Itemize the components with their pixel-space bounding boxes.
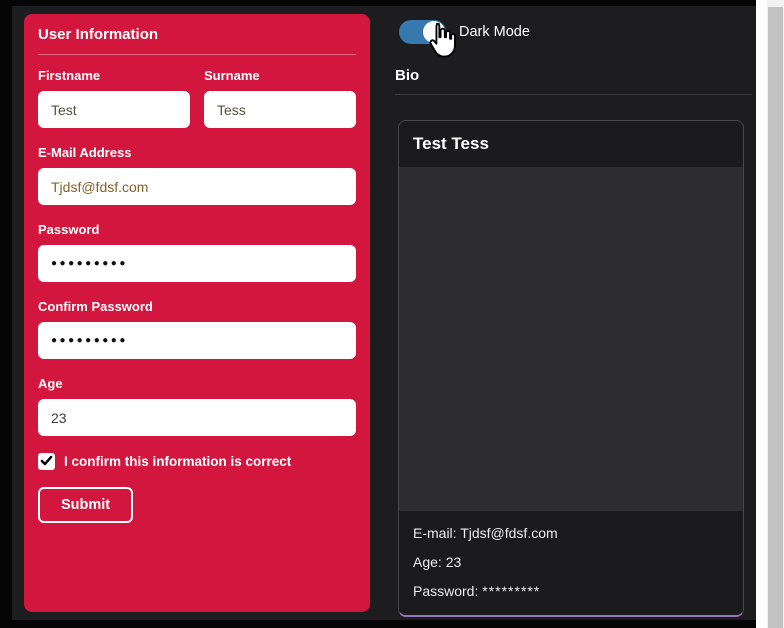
confirm-checkbox[interactable] — [38, 453, 55, 470]
firstname-input[interactable] — [38, 91, 190, 128]
email-input[interactable] — [38, 168, 356, 205]
email-label: E-Mail Address — [38, 145, 356, 160]
submit-button[interactable]: Submit — [38, 487, 133, 523]
password-field-group: Password — [38, 222, 356, 282]
bio-password-line: Password: ********* — [413, 583, 729, 599]
bio-age-line: Age: 23 — [413, 554, 729, 570]
surname-input[interactable] — [204, 91, 356, 128]
firstname-label: Firstname — [38, 68, 190, 83]
confirm-password-label: Confirm Password — [38, 299, 356, 314]
user-information-card: User Information Firstname Surname E-Mai… — [24, 14, 370, 612]
scrollbar-thumb[interactable] — [768, 7, 783, 628]
bio-card: Test Tess E-mail: Tjdsf@fdsf.com Age: 23… — [398, 120, 744, 617]
form-title: User Information — [38, 26, 356, 55]
window-frame: User Information Firstname Surname E-Mai… — [0, 0, 756, 628]
bio-email-line: E-mail: Tjdsf@fdsf.com — [413, 525, 729, 541]
surname-field-group: Surname — [204, 68, 356, 128]
firstname-field-group: Firstname — [38, 68, 190, 128]
surname-label: Surname — [204, 68, 356, 83]
age-input[interactable] — [38, 399, 356, 436]
bio-heading: Bio — [395, 67, 752, 95]
confirm-checkbox-label: I confirm this information is correct — [64, 454, 291, 469]
toggle-knob-icon — [423, 21, 445, 43]
bio-card-title: Test Tess — [399, 121, 743, 167]
age-field-group: Age — [38, 376, 356, 436]
confirm-password-field-group: Confirm Password — [38, 299, 356, 359]
right-panel: Dark Mode Bio Test Tess E-mail: Tjdsf@fd… — [395, 14, 752, 617]
app-background: User Information Firstname Surname E-Mai… — [12, 6, 756, 620]
check-icon — [40, 454, 53, 470]
dark-mode-label: Dark Mode — [459, 24, 530, 40]
dark-mode-row: Dark Mode — [399, 20, 752, 44]
scrollbar-track[interactable] — [767, 0, 784, 628]
bio-card-footer: E-mail: Tjdsf@fdsf.com Age: 23 Password:… — [399, 511, 743, 615]
confirm-checkbox-row: I confirm this information is correct — [38, 453, 356, 470]
email-field-group: E-Mail Address — [38, 145, 356, 205]
bio-card-body — [399, 167, 743, 511]
age-label: Age — [38, 376, 356, 391]
password-label: Password — [38, 222, 356, 237]
dark-mode-toggle[interactable] — [399, 20, 446, 44]
password-input[interactable] — [38, 245, 356, 282]
confirm-password-input[interactable] — [38, 322, 356, 359]
